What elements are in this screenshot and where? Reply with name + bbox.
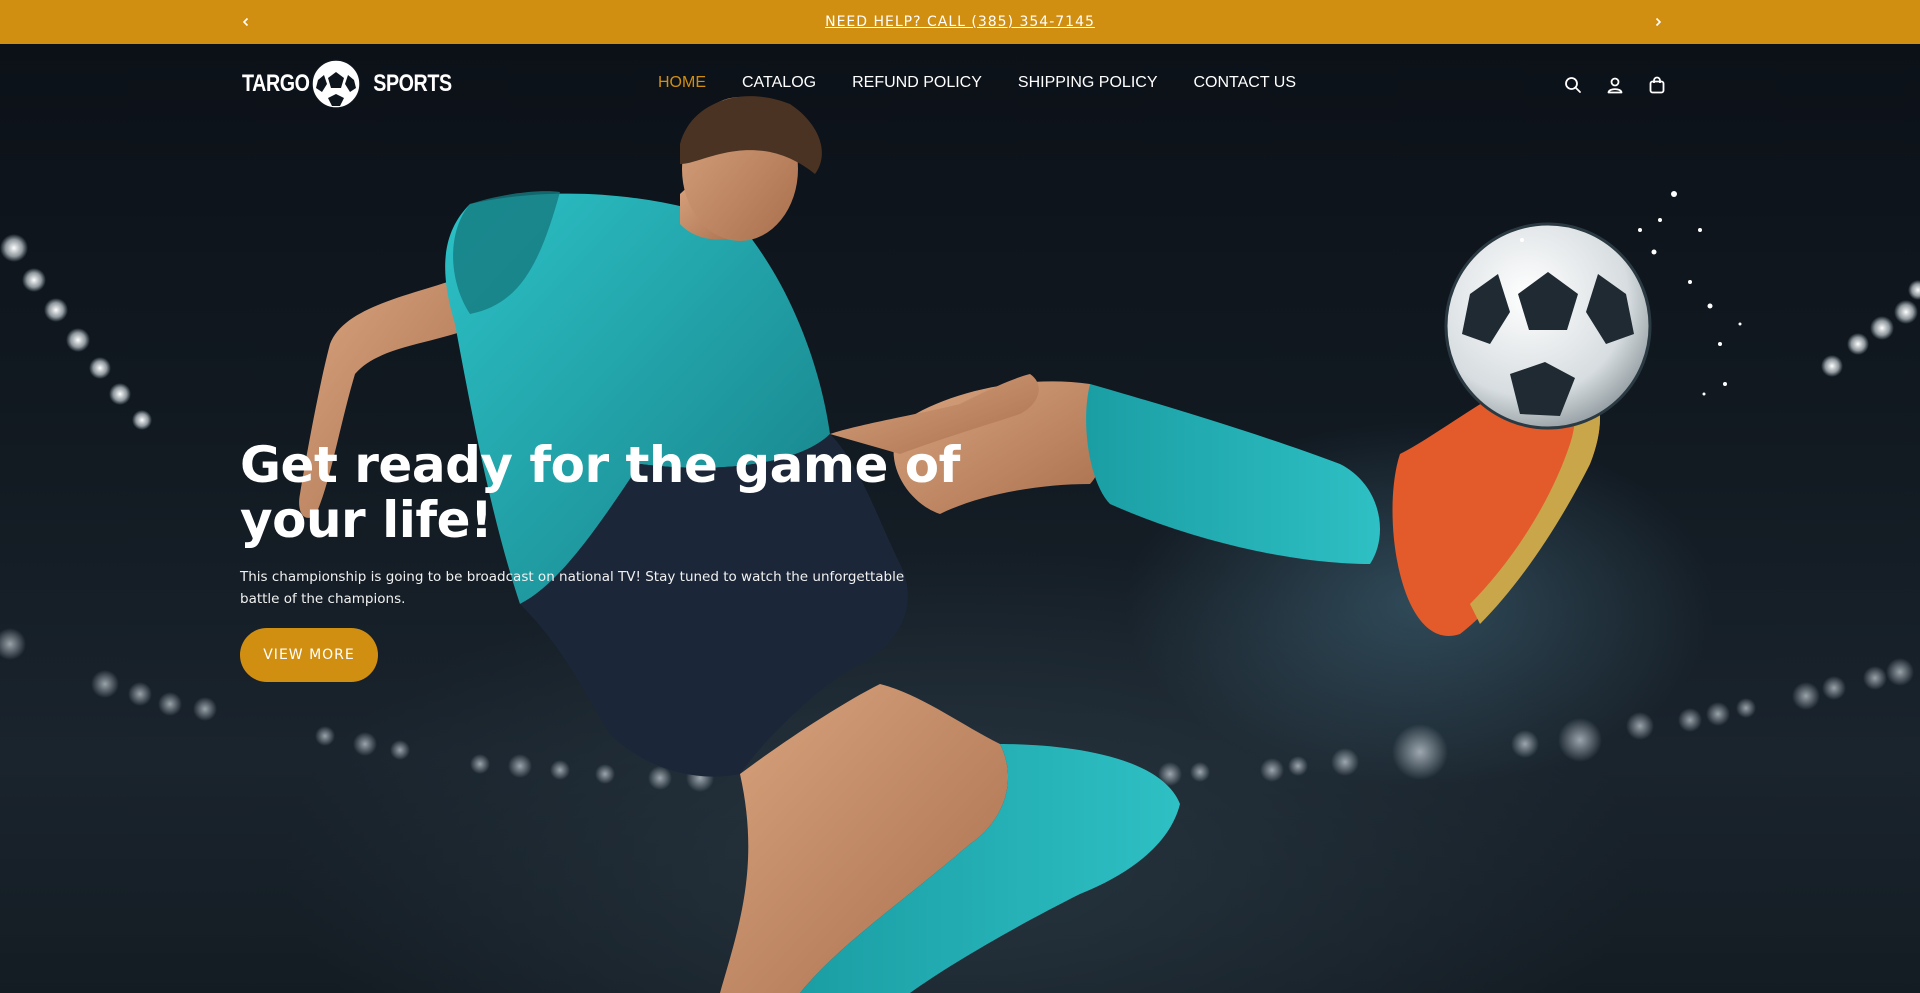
hero-title: Get ready for the game of your life! [240,436,960,549]
cart-icon[interactable] [1644,72,1670,98]
nav-catalog[interactable]: CATALOG [742,74,816,92]
hero-content: Get ready for the game of your life! Thi… [240,438,980,682]
store-logo[interactable]: TARGO SPORTS [242,56,452,112]
logo-word-left: TARGO [242,70,310,97]
hero-description: This championship is going to be broadca… [240,569,905,607]
header-icons [1560,72,1686,98]
view-more-button[interactable]: VIEW MORE [240,628,378,682]
nav-shipping-policy[interactable]: SHIPPING POLICY [1018,74,1158,92]
main-nav: HOME CATALOG REFUND POLICY SHIPPING POLI… [658,74,1332,92]
announcement-bar: NEED HELP? CALL (385) 354-7145 [0,0,1920,44]
announcement-link[interactable]: NEED HELP? CALL (385) 354-7145 [825,14,1095,30]
nav-contact-us[interactable]: CONTACT US [1193,74,1296,92]
site-header: TARGO SPORTS HOME CATALOG REFUND POLICY … [0,44,1920,126]
nav-refund-policy[interactable]: REFUND POLICY [852,74,982,92]
chevron-right-icon[interactable] [1647,11,1669,33]
account-icon[interactable] [1602,72,1628,98]
soccer-ball-icon [311,59,362,109]
search-icon[interactable] [1560,72,1586,98]
logo-word-right: SPORTS [373,70,453,97]
nav-home[interactable]: HOME [658,74,706,92]
chevron-left-icon[interactable] [235,11,257,33]
